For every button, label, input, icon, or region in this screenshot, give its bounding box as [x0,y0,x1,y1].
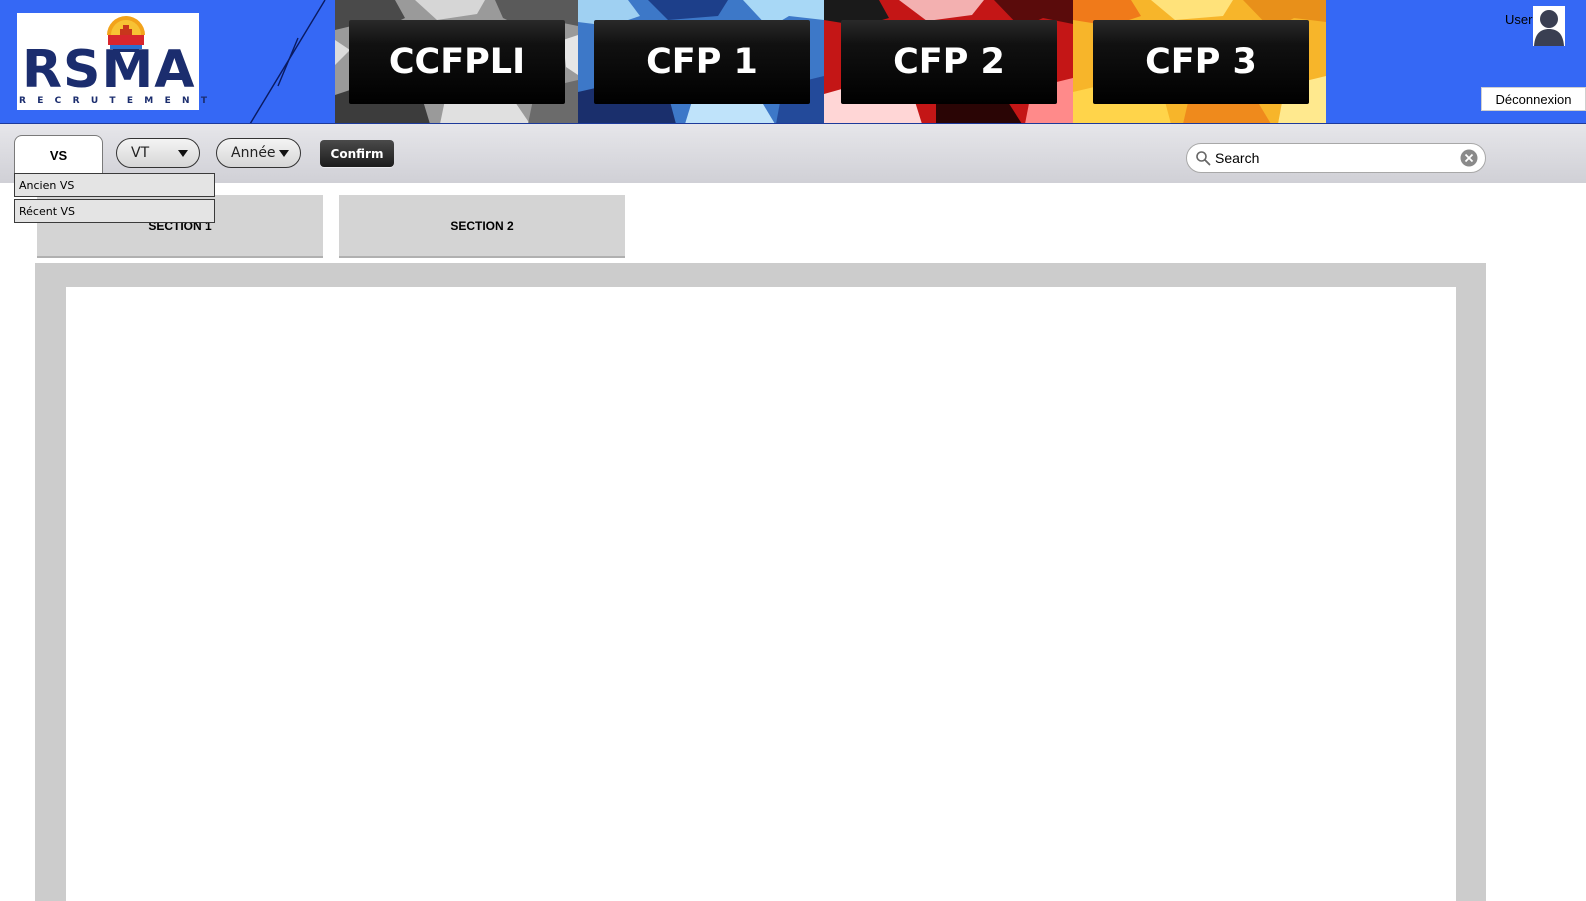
content-frame [35,263,1486,901]
caret-down-icon [279,150,289,157]
logo-subtitle: RECRUTEMENT [19,96,219,106]
clear-search-icon[interactable] [1460,149,1478,167]
tile-cfp2-button[interactable]: CFP 2 [841,20,1057,104]
year-select-value: Année [231,145,276,161]
decorative-lines [249,0,326,123]
content-area [66,287,1456,901]
tile-cfp1-button[interactable]: CFP 1 [594,20,810,104]
logo-title: RSMA [22,40,196,100]
dropdown-item-recent-vs[interactable]: Récent VS [14,199,215,223]
top-header: RSMA RECRUTEMENT CCFPLI CFP 1 CFP 2 CFP … [0,0,1586,124]
tile-cfp2[interactable]: CFP 2 [824,0,1073,123]
user-label: User [1505,12,1533,27]
rsma-logo: RSMA RECRUTEMENT [17,13,219,110]
tile-cfp3[interactable]: CFP 3 [1073,0,1326,123]
search-input[interactable] [1215,148,1455,168]
section-2-tab[interactable]: SECTION 2 [339,195,625,258]
search-icon [1196,151,1211,166]
search-box[interactable] [1186,143,1486,173]
caret-down-icon [178,150,188,157]
year-select[interactable]: Année [216,138,301,168]
filter-toolbar: VS VT Année Confirm [0,124,1586,183]
vt-select-value: VT [131,145,150,161]
vs-dropdown-tab[interactable]: VS [14,135,103,175]
confirm-button[interactable]: Confirm [320,140,394,167]
dropdown-item-ancien-vs[interactable]: Ancien VS [14,173,215,197]
logout-button[interactable]: Déconnexion [1481,87,1586,111]
user-avatar-icon[interactable] [1533,6,1565,46]
tile-cfp3-button[interactable]: CFP 3 [1093,20,1309,104]
vs-dropdown-menu: Ancien VS Récent VS [14,173,215,225]
tile-cfp1[interactable]: CFP 1 [578,0,824,123]
tile-ccfpli-button[interactable]: CCFPLI [349,20,565,104]
vt-select[interactable]: VT [116,138,200,168]
tile-ccfpli[interactable]: CCFPLI [335,0,578,123]
